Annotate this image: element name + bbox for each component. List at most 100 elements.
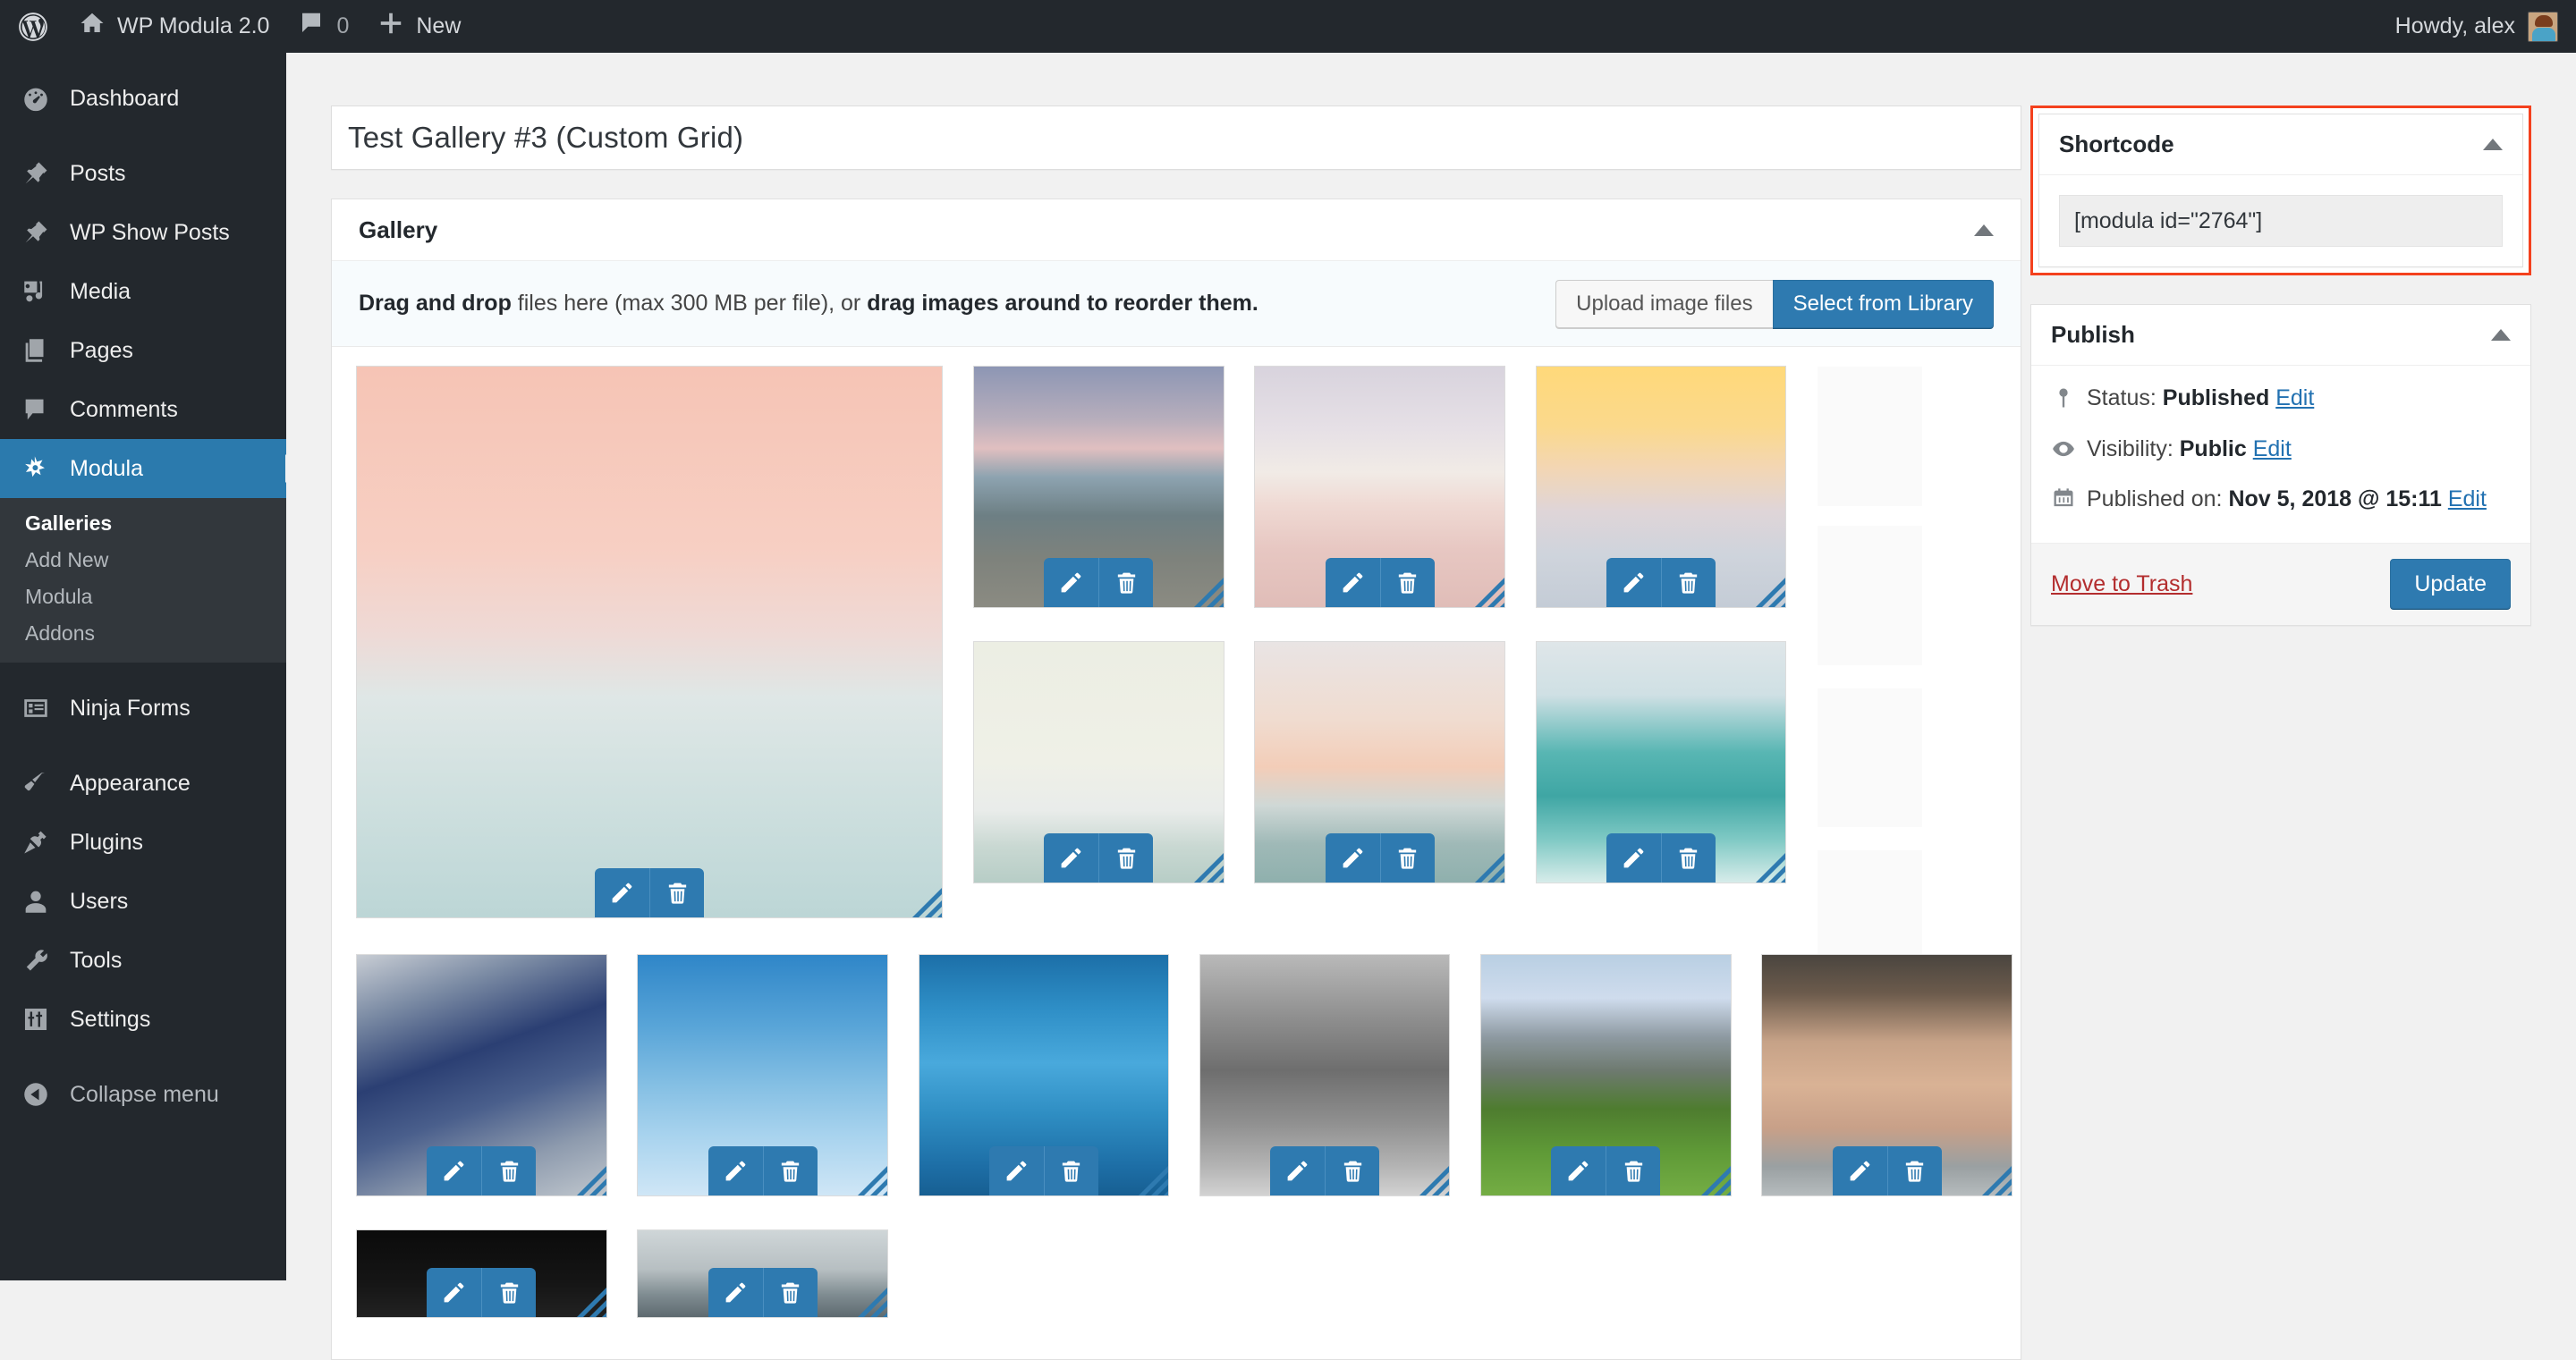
comments-menu[interactable]: 0 — [284, 0, 363, 53]
gallery-item[interactable] — [638, 1229, 887, 1317]
sidebar-item-media[interactable]: Media — [0, 262, 286, 321]
sidebar-item-label: Media — [70, 278, 131, 304]
submenu-item-add-new[interactable]: Add New — [0, 542, 286, 579]
new-label: New — [416, 13, 462, 38]
sidebar-item-users[interactable]: Users — [0, 872, 286, 931]
upload-dropzone[interactable]: Drag and drop files here (max 300 MB per… — [332, 261, 2021, 347]
edit-image-icon[interactable] — [1606, 557, 1661, 607]
visibility-edit-link[interactable]: Edit — [2253, 436, 2292, 461]
delete-image-icon[interactable] — [1379, 832, 1435, 883]
account-menu[interactable]: Howdy, alex — [2395, 11, 2576, 42]
delete-image-icon[interactable] — [1043, 1145, 1098, 1195]
edit-image-icon[interactable] — [427, 1145, 482, 1195]
edit-image-icon[interactable] — [1325, 832, 1380, 883]
gallery-item[interactable] — [638, 954, 887, 1195]
delete-image-icon[interactable] — [762, 1145, 818, 1195]
sidebar-item-posts[interactable]: Posts — [0, 144, 286, 203]
edit-image-icon[interactable] — [708, 1145, 763, 1195]
chevron-up-icon[interactable] — [2491, 329, 2511, 341]
gallery-item[interactable] — [357, 1229, 606, 1317]
edit-image-icon[interactable] — [1270, 1145, 1326, 1195]
delete-image-icon[interactable] — [1660, 557, 1716, 607]
move-to-trash-link[interactable]: Move to Trash — [2051, 571, 2192, 597]
delete-image-icon[interactable] — [1098, 832, 1154, 883]
delete-image-icon[interactable] — [1660, 832, 1716, 883]
publish-metabox: Publish Status: Published Edit Visibilit… — [2030, 304, 2531, 626]
gallery-item-actions — [1551, 1145, 1661, 1195]
delete-image-icon[interactable] — [762, 1267, 818, 1317]
sidebar-item-plugins[interactable]: Plugins — [0, 813, 286, 872]
gallery-item[interactable] — [919, 954, 1169, 1195]
pin-marker-icon — [2051, 384, 2087, 410]
edit-image-icon[interactable] — [1551, 1145, 1606, 1195]
wrench-icon — [14, 942, 57, 978]
publish-status-rows: Status: Published Edit Visibility: Publi… — [2031, 366, 2530, 543]
sidebar-item-tools[interactable]: Tools — [0, 931, 286, 990]
gallery-item[interactable] — [1762, 954, 2012, 1195]
site-name-menu[interactable]: WP Modula 2.0 — [64, 0, 284, 53]
delete-image-icon[interactable] — [1098, 557, 1154, 607]
sidebar-item-label: WP Show Posts — [70, 219, 230, 245]
delete-image-icon[interactable] — [481, 1267, 537, 1317]
sidebar-item-comments[interactable]: Comments — [0, 380, 286, 439]
update-button[interactable]: Update — [2390, 559, 2511, 609]
submenu-item-galleries[interactable]: Galleries — [0, 505, 286, 542]
edit-image-icon[interactable] — [1044, 832, 1099, 883]
upload-image-files-button[interactable]: Upload image files — [1555, 279, 1773, 328]
comment-count: 0 — [336, 13, 350, 38]
gallery-item[interactable] — [1255, 367, 1505, 607]
sidebar-item-ninja-forms[interactable]: Ninja Forms — [0, 679, 286, 738]
sidebar-item-settings[interactable]: Settings — [0, 990, 286, 1049]
gallery-item[interactable] — [1255, 641, 1505, 883]
wordpress-logo-menu[interactable] — [0, 0, 64, 53]
shortcode-input[interactable]: [modula id="2764"] — [2059, 195, 2503, 247]
gallery-item[interactable] — [1481, 954, 1731, 1195]
edit-image-icon[interactable] — [988, 1145, 1044, 1195]
select-from-library-button[interactable]: Select from Library — [1772, 279, 1994, 328]
edit-image-icon[interactable] — [1832, 1145, 1887, 1195]
eye-icon — [2051, 435, 2087, 461]
sidebar-item-appearance[interactable]: Appearance — [0, 754, 286, 813]
dropzone-bold2: drag images around to reorder them. — [867, 291, 1258, 316]
edit-image-icon[interactable] — [427, 1267, 482, 1317]
delete-image-icon[interactable] — [1325, 1145, 1380, 1195]
gallery-item[interactable] — [357, 367, 943, 917]
edit-image-icon[interactable] — [708, 1267, 763, 1317]
gallery-metabox-header: Gallery — [332, 199, 2021, 261]
edit-image-icon[interactable] — [1044, 557, 1099, 607]
edit-image-icon[interactable] — [1325, 557, 1380, 607]
gallery-item[interactable] — [1199, 954, 1450, 1195]
sidebar-item-pages[interactable]: Pages — [0, 321, 286, 380]
delete-image-icon[interactable] — [649, 867, 705, 917]
settings-icon — [14, 1001, 57, 1037]
sidebar-item-modula[interactable]: Modula — [0, 439, 286, 498]
submenu-item-addons[interactable]: Addons — [0, 615, 286, 652]
gallery-item[interactable] — [974, 367, 1224, 607]
pin-icon — [14, 156, 57, 191]
plug-icon — [14, 824, 57, 860]
gallery-item[interactable] — [974, 641, 1224, 883]
gallery-title-field[interactable]: Test Gallery #3 (Custom Grid) — [331, 106, 2021, 170]
collapse-menu-button[interactable]: Collapse menu — [0, 1065, 286, 1124]
gallery-item[interactable] — [1536, 367, 1786, 607]
chevron-up-icon[interactable] — [2483, 139, 2503, 150]
published-edit-link[interactable]: Edit — [2448, 486, 2487, 511]
delete-image-icon[interactable] — [1379, 557, 1435, 607]
gallery-placeholder-cell — [1817, 367, 1922, 506]
gallery-placeholder-cell — [1817, 688, 1922, 828]
gallery-item[interactable] — [1536, 641, 1786, 883]
delete-image-icon[interactable] — [481, 1145, 537, 1195]
collapse-menu-label: Collapse menu — [70, 1081, 219, 1107]
submenu-item-modula[interactable]: Modula — [0, 579, 286, 615]
edit-image-icon[interactable] — [595, 867, 650, 917]
sidebar-item-wp-show-posts[interactable]: WP Show Posts — [0, 203, 286, 262]
page-content: Test Gallery #3 (Custom Grid) Gallery Dr… — [286, 53, 2576, 1360]
delete-image-icon[interactable] — [1886, 1145, 1942, 1195]
new-content-menu[interactable]: New — [363, 0, 475, 53]
sidebar-item-dashboard[interactable]: Dashboard — [0, 69, 286, 128]
delete-image-icon[interactable] — [1606, 1145, 1661, 1195]
edit-image-icon[interactable] — [1606, 832, 1661, 883]
status-edit-link[interactable]: Edit — [2275, 385, 2314, 410]
gallery-item[interactable] — [357, 954, 606, 1195]
chevron-up-icon[interactable] — [1974, 224, 1994, 236]
